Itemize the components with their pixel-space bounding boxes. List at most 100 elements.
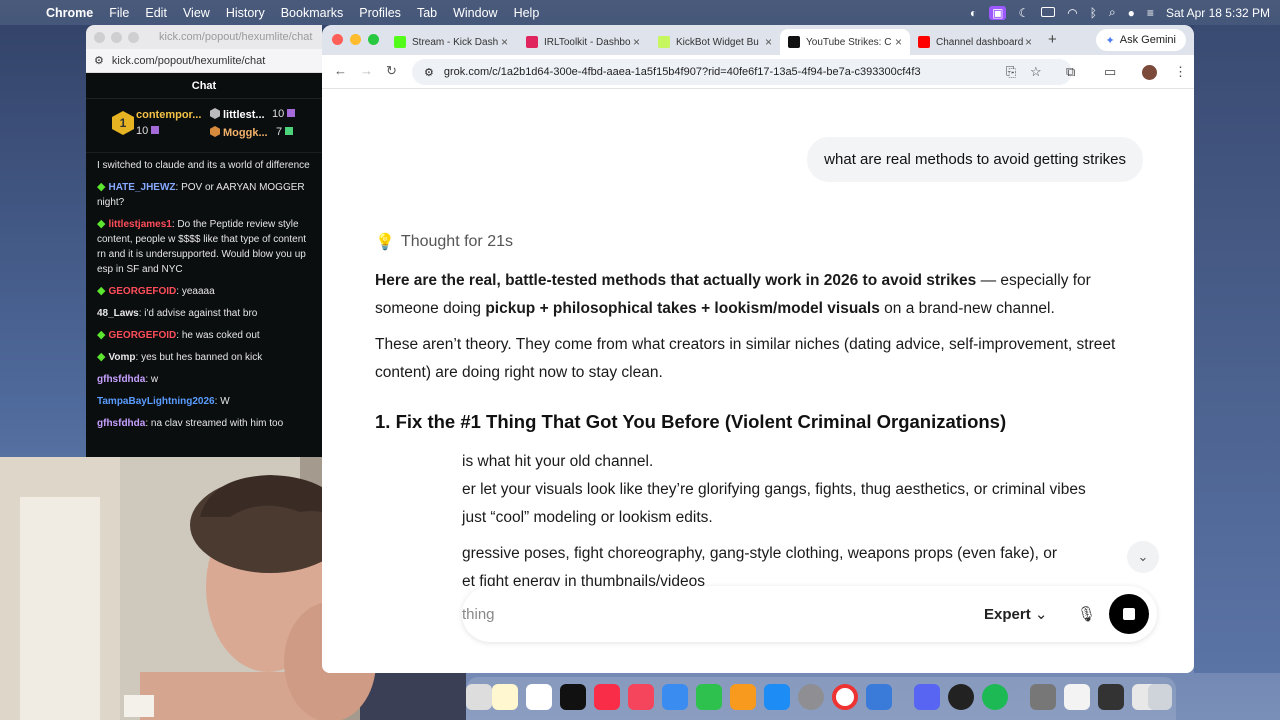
browser-tab[interactable]: KickBot Widget Bu × [650,29,780,55]
zoom-window-button[interactable] [368,34,379,45]
leader-second[interactable]: littlest... [210,108,265,121]
close-tab-icon[interactable]: × [501,35,508,49]
screen-record-icon[interactable]: ◐ [970,6,977,20]
close-tab-icon[interactable]: × [895,35,902,49]
browser-tab[interactable]: Stream - Kick Dash × [386,29,516,55]
apple-tv-icon[interactable] [560,684,586,710]
response-paragraph: These aren’t theory. They come from what… [375,336,1116,381]
leader-first-name[interactable]: contempor... [136,109,201,121]
minimize-window-button[interactable] [111,31,122,43]
chat-username[interactable]: gfhsfdhda [97,418,145,429]
menu-app[interactable]: Chrome [38,6,101,20]
composer-input[interactable]: thing [462,606,495,623]
close-tab-icon[interactable]: × [765,35,772,49]
stage-icon[interactable]: ▣ [989,5,1007,20]
bookmark-star-icon[interactable]: ☆ [1030,64,1042,80]
close-tab-icon[interactable]: × [633,35,640,49]
response-intro: Here are the real, battle-tested methods… [375,272,1091,317]
datetime[interactable]: Sat Apr 18 5:32 PM [1166,6,1270,20]
menu-kebab-icon[interactable]: ⋮ [1174,64,1187,80]
leader-third[interactable]: Moggk... [210,126,268,139]
notes-icon[interactable] [492,684,518,710]
microphone-icon[interactable]: 🎙 [1077,605,1096,623]
trash-icon[interactable] [1148,684,1172,710]
chat-username[interactable]: gfhsfdhda [97,374,145,385]
tab-favicon-icon [918,36,930,48]
menu-file[interactable]: File [101,6,137,20]
browser-tab[interactable]: IRLToolkit - Dashbo × [518,29,648,55]
dock-app-icon[interactable] [466,684,492,710]
recent-file-icon[interactable] [1030,684,1056,710]
chat-message: gfhsfdhda: w [97,372,312,387]
menu-window[interactable]: Window [445,6,505,20]
ask-gemini-button[interactable]: ✦ Ask Gemini [1095,29,1186,51]
extensions-icon[interactable]: ⧉ [1066,64,1075,80]
close-tab-icon[interactable]: × [1025,35,1032,49]
music-icon[interactable] [594,684,620,710]
zoom-window-button[interactable] [128,31,139,43]
message-composer[interactable]: thing Expert ⌄ 🎙 [462,586,1157,642]
discord-icon[interactable] [914,684,940,710]
profile-avatar[interactable] [1142,65,1157,80]
gift-icon [285,127,294,135]
menu-help[interactable]: Help [506,6,548,20]
chat-username[interactable]: Vomp [108,352,135,363]
numbers-icon[interactable] [696,684,722,710]
chat-username[interactable]: TampaBayLightning2026 [97,396,215,407]
install-app-icon[interactable]: ⎘ [1006,64,1016,80]
close-window-button[interactable] [94,31,105,43]
spotify-icon[interactable] [982,684,1008,710]
pages-icon[interactable] [730,684,756,710]
app-store-icon[interactable] [764,684,790,710]
site-settings-icon[interactable]: ⚙ [94,54,104,67]
preview-icon[interactable] [866,684,892,710]
new-tab-button[interactable]: + [1048,31,1057,48]
freeform-icon[interactable] [526,684,552,710]
menu-edit[interactable]: Edit [137,6,175,20]
forward-icon[interactable]: → [360,63,373,78]
chat-username[interactable]: 48_Laws [97,308,139,319]
chat-address-bar[interactable]: ⚙ kick.com/popout/hexumlite/chat [86,49,322,73]
chat-username[interactable]: GEORGEFOID [108,286,176,297]
system-settings-icon[interactable] [798,684,824,710]
menu-bookmarks[interactable]: Bookmarks [273,6,352,20]
wifi-icon[interactable]: ◠ [1067,6,1077,20]
menu-view[interactable]: View [175,6,218,20]
close-window-button[interactable] [332,34,343,45]
control-center-icon[interactable]: ≡ [1147,6,1154,20]
news-icon[interactable] [628,684,654,710]
chat-message-text: yes but hes banned on kick [141,352,263,363]
search-icon[interactable]: ⌕ [1109,5,1116,20]
chat-username[interactable]: littlestjames1 [108,219,171,230]
menu-profiles[interactable]: Profiles [351,6,409,20]
user-icon[interactable]: ● [1128,6,1135,20]
menu-history[interactable]: History [218,6,273,20]
moon-icon[interactable]: ☾ [1018,6,1029,20]
chat-username[interactable]: GEORGEFOID [108,330,176,341]
back-icon[interactable]: ← [334,63,347,78]
recent-file-icon[interactable] [1098,684,1124,710]
leader-second-points: 10 [272,108,296,120]
stop-generating-button[interactable] [1109,594,1149,634]
address-bar[interactable]: ⚙ grok.com/c/1a2b1d64-300e-4fbd-aaea-1a5… [412,59,1072,85]
chat-username[interactable]: HATE_JHEWZ [108,182,175,193]
model-mode-select[interactable]: Expert ⌄ [984,605,1047,623]
battery-icon[interactable] [1041,6,1056,20]
thought-toggle[interactable]: 💡 Thought for 21s [375,232,513,252]
menu-tab[interactable]: Tab [409,6,445,20]
sparkle-badge-icon: ◆ [97,329,106,341]
response-line: er let your visuals look like they’re gl… [462,481,1086,498]
minimize-window-button[interactable] [350,34,361,45]
chrome-icon[interactable] [832,684,858,710]
scroll-down-button[interactable]: ⌄ [1127,541,1159,573]
recent-file-icon[interactable] [1064,684,1090,710]
media-icon[interactable]: ▭ [1104,64,1116,80]
site-info-icon[interactable]: ⚙ [424,66,434,79]
obs-icon[interactable] [948,684,974,710]
keynote-icon[interactable] [662,684,688,710]
stop-icon [1123,608,1135,620]
bluetooth-icon[interactable]: ᛒ [1090,6,1097,20]
reload-icon[interactable]: ↻ [386,63,397,79]
browser-tab[interactable]: Channel dashboard × [910,29,1040,55]
browser-tab[interactable]: YouTube Strikes: C × [780,29,910,55]
